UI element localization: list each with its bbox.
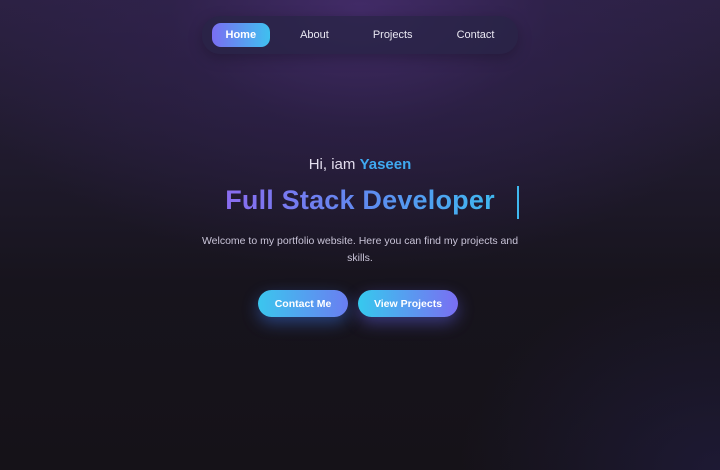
nav-bar: Home About Projects Contact bbox=[201, 16, 519, 54]
greeting-name: Yaseen bbox=[359, 156, 412, 173]
view-projects-button[interactable]: View Projects bbox=[358, 290, 458, 317]
contact-me-label: Contact Me bbox=[274, 297, 332, 310]
nav-item-about[interactable]: About bbox=[286, 23, 343, 47]
greeting-prefix: Hi, iam bbox=[308, 156, 356, 173]
nav-item-home[interactable]: Home bbox=[211, 23, 271, 47]
nav-item-contact[interactable]: Contact bbox=[443, 23, 509, 47]
top-navigation: Home About Projects Contact bbox=[0, 16, 720, 54]
view-projects-label: View Projects bbox=[373, 297, 443, 310]
hero-tagline: Welcome to my portfolio website. Here yo… bbox=[201, 235, 519, 264]
typing-cursor bbox=[517, 186, 519, 219]
nav-item-projects[interactable]: Projects bbox=[359, 23, 427, 47]
contact-me-button[interactable]: Contact Me bbox=[258, 290, 348, 317]
hero-role-heading: Full Stack Developer bbox=[0, 185, 720, 216]
hero-greeting: Hi, iam Yaseen bbox=[0, 156, 720, 173]
role-text: Full Stack Developer bbox=[225, 185, 495, 215]
